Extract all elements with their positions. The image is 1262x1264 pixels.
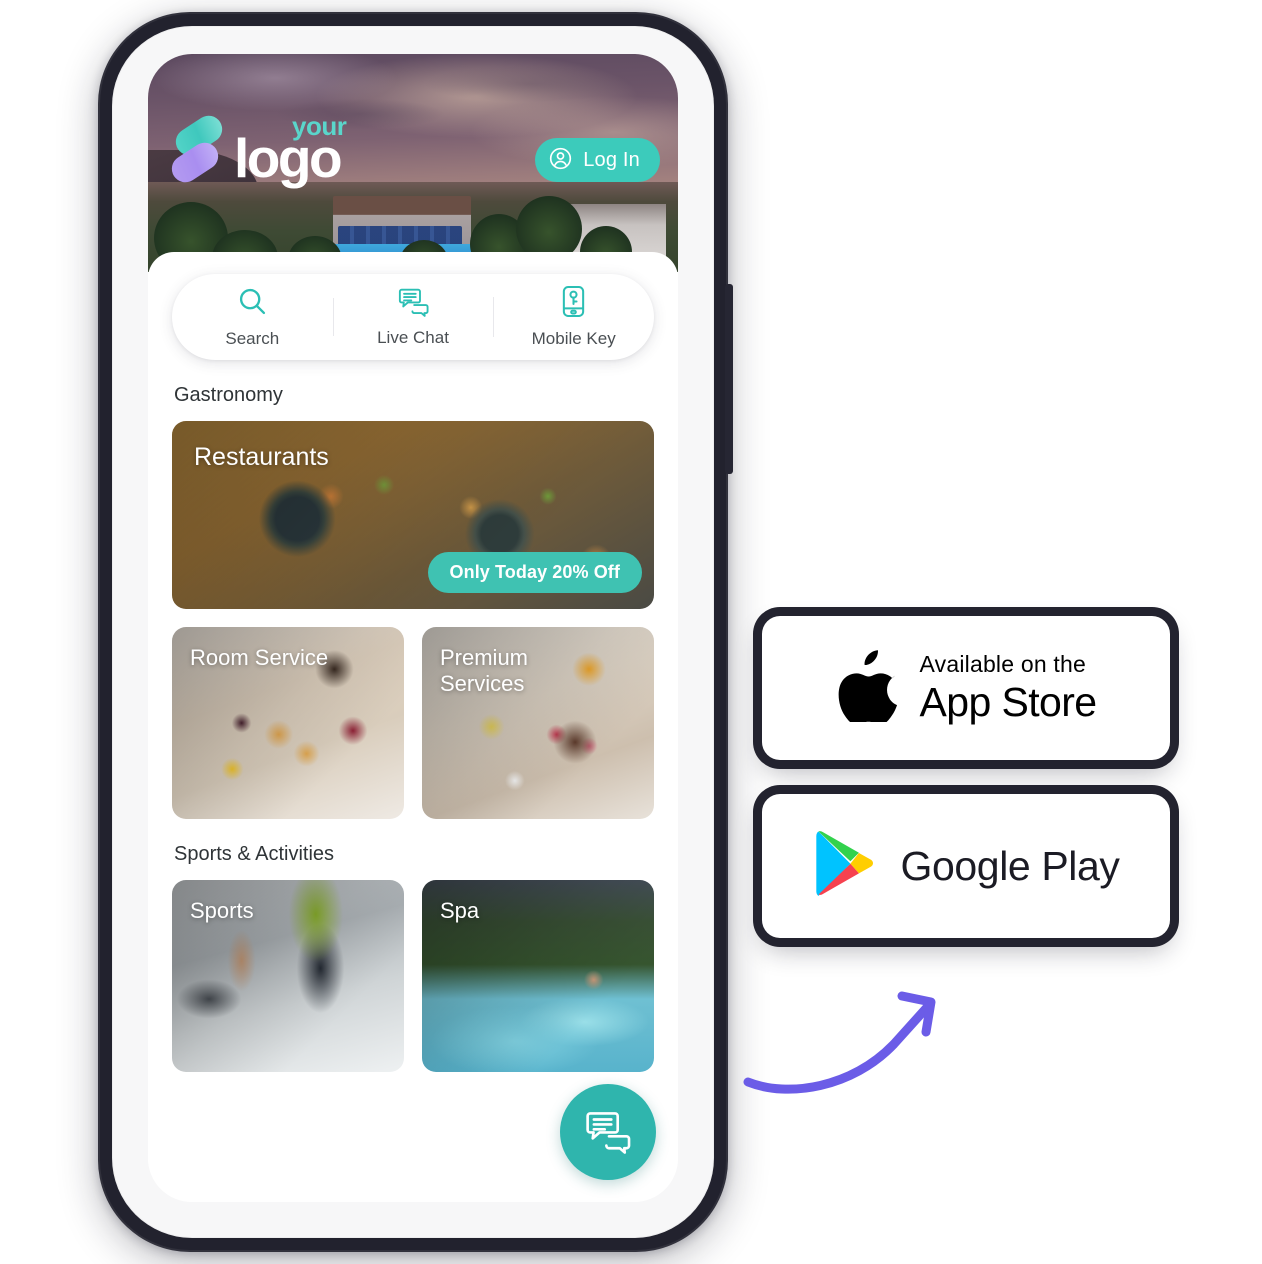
card-premium-services[interactable]: Premium Services xyxy=(422,627,654,819)
promo-badge: Only Today 20% Off xyxy=(427,552,642,593)
quick-action-search[interactable]: Search xyxy=(172,285,333,349)
chat-bubbles-icon xyxy=(583,1108,633,1157)
card-spa-title: Spa xyxy=(440,898,480,923)
user-circle-icon xyxy=(548,146,573,174)
store-badges-group: Available on the App Store Google Play xyxy=(762,616,1170,938)
card-row-gastronomy: Room Service Premium Services xyxy=(172,627,654,819)
google-play-icon xyxy=(813,828,879,905)
apple-logo-icon xyxy=(836,649,898,727)
google-play-badge[interactable]: Google Play xyxy=(762,794,1170,938)
quick-action-mobile-key[interactable]: Mobile Key xyxy=(493,285,654,349)
chat-bubbles-icon xyxy=(397,286,430,322)
quick-action-live-chat-label: Live Chat xyxy=(377,328,449,347)
page-root: your logo Log In Search Live Chat Mobile… xyxy=(0,0,1262,1264)
google-play-label: Google Play xyxy=(900,842,1120,889)
app-store-line2: App Store xyxy=(919,679,1098,725)
logo-wordmark: your logo xyxy=(234,113,347,190)
curved-arrow-icon xyxy=(742,978,962,1103)
login-button-label: Log In xyxy=(583,148,640,171)
logo-line-logo: logo xyxy=(234,127,343,190)
content-sheet: Search Live Chat Mobile Key Gastronomy R… xyxy=(148,252,678,1202)
card-room-service-title: Room Service xyxy=(190,645,329,670)
quick-action-mobile-key-label: Mobile Key xyxy=(531,329,616,348)
section-title-gastronomy: Gastronomy xyxy=(174,384,283,406)
app-store-badge[interactable]: Available on the App Store xyxy=(762,616,1170,760)
card-sports-title: Sports xyxy=(190,898,254,923)
app-store-label-group: Available on the App Store xyxy=(919,651,1098,725)
hero-banner: your logo Log In xyxy=(148,54,678,272)
phone-mockup: your logo Log In Search Live Chat Mobile… xyxy=(98,12,733,1252)
card-premium-services-title: Premium Services xyxy=(440,645,529,696)
logo-mark-icon xyxy=(166,110,228,188)
card-spa[interactable]: Spa xyxy=(422,880,654,1072)
phone-side-button xyxy=(725,284,733,474)
phone-screen: your logo Log In Search Live Chat Mobile… xyxy=(148,54,678,1202)
search-icon xyxy=(236,285,269,323)
login-button[interactable]: Log In xyxy=(535,138,660,182)
brand-logo: your logo xyxy=(166,110,347,190)
chat-fab-button[interactable] xyxy=(560,1084,656,1180)
card-room-service[interactable]: Room Service xyxy=(172,627,404,819)
quick-action-bar: Search Live Chat Mobile Key xyxy=(172,274,654,360)
card-restaurants-title: Restaurants xyxy=(194,443,329,471)
mobile-key-icon xyxy=(560,285,587,323)
card-sports[interactable]: Sports xyxy=(172,880,404,1072)
section-title-sports-activities: Sports & Activities xyxy=(174,843,335,865)
app-store-line1: Available on the xyxy=(919,651,1086,677)
card-row-sports: Sports Spa xyxy=(172,880,654,1072)
quick-action-search-label: Search xyxy=(225,329,280,348)
quick-action-live-chat[interactable]: Live Chat xyxy=(332,286,494,348)
card-restaurants[interactable]: Restaurants Only Today 20% Off xyxy=(172,421,654,609)
